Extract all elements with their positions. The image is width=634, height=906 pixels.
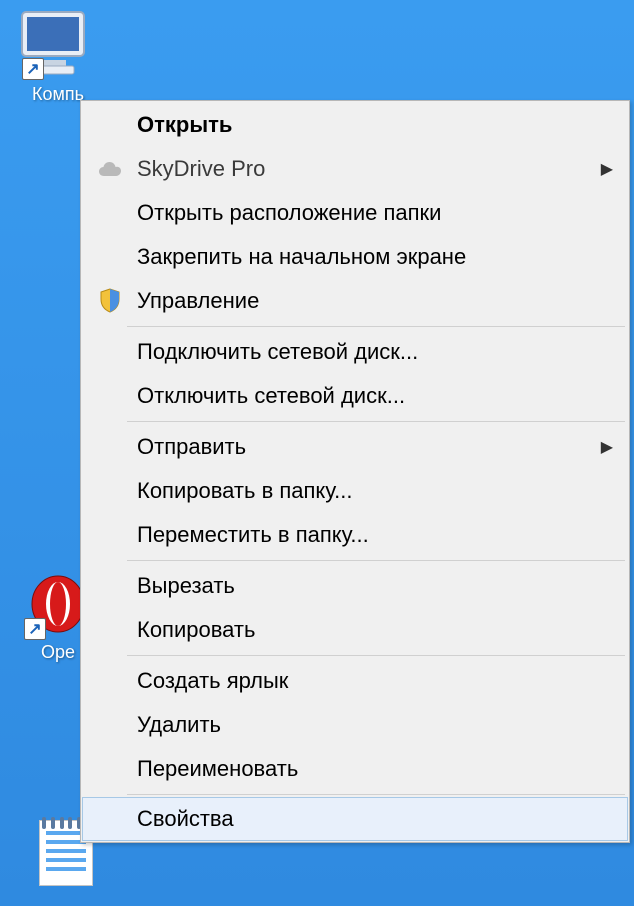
shortcut-overlay-icon: ↗ — [24, 618, 46, 640]
menu-item-copy[interactable]: Копировать — [83, 608, 627, 652]
menu-item-map-drive[interactable]: Подключить сетевой диск... — [83, 330, 627, 374]
menu-item-label: Копировать в папку... — [137, 478, 352, 504]
menu-item-label: Свойства — [137, 806, 234, 832]
menu-item-open-location[interactable]: Открыть расположение папки — [83, 191, 627, 235]
shield-icon — [95, 286, 125, 316]
menu-item-move-to-folder[interactable]: Переместить в папку... — [83, 513, 627, 557]
shortcut-overlay-icon: ↗ — [22, 58, 44, 80]
menu-item-label: Удалить — [137, 712, 221, 738]
menu-item-properties[interactable]: Свойства — [82, 797, 628, 841]
menu-item-rename[interactable]: Переименовать — [83, 747, 627, 791]
menu-item-label: Переименовать — [137, 756, 298, 782]
menu-item-cut[interactable]: Вырезать — [83, 564, 627, 608]
menu-item-label: Закрепить на начальном экране — [137, 244, 466, 270]
menu-item-manage[interactable]: Управление — [83, 279, 627, 323]
menu-item-disconnect-drive[interactable]: Отключить сетевой диск... — [83, 374, 627, 418]
context-menu: Открыть SkyDrive Pro ▶ Открыть расположе… — [80, 100, 630, 843]
menu-item-label: Открыть расположение папки — [137, 200, 441, 226]
menu-separator — [127, 794, 625, 795]
menu-item-label: Подключить сетевой диск... — [137, 339, 418, 365]
menu-item-label: Переместить в папку... — [137, 522, 369, 548]
menu-item-label: Создать ярлык — [137, 668, 288, 694]
menu-separator — [127, 655, 625, 656]
desktop-icon-computer[interactable]: ↗ Компь — [8, 10, 108, 105]
submenu-arrow-icon: ▶ — [601, 437, 613, 457]
menu-item-label: Открыть — [137, 112, 232, 138]
cloud-icon — [95, 154, 125, 184]
computer-icon: ↗ — [16, 10, 100, 80]
menu-item-skydrive-pro[interactable]: SkyDrive Pro ▶ — [83, 147, 627, 191]
menu-separator — [127, 326, 625, 327]
menu-separator — [127, 560, 625, 561]
menu-item-delete[interactable]: Удалить — [83, 703, 627, 747]
menu-item-copy-to-folder[interactable]: Копировать в папку... — [83, 469, 627, 513]
menu-item-label: Вырезать — [137, 573, 235, 599]
menu-item-label: Управление — [137, 288, 259, 314]
menu-item-label: Копировать — [137, 617, 255, 643]
menu-item-create-shortcut[interactable]: Создать ярлык — [83, 659, 627, 703]
menu-item-open[interactable]: Открыть — [83, 103, 627, 147]
menu-item-send-to[interactable]: Отправить ▶ — [83, 425, 627, 469]
menu-item-label: Отключить сетевой диск... — [137, 383, 405, 409]
menu-item-label: SkyDrive Pro — [137, 156, 265, 182]
opera-icon: ↗ — [28, 574, 88, 634]
menu-item-label: Отправить — [137, 434, 246, 460]
menu-item-pin-start[interactable]: Закрепить на начальном экране — [83, 235, 627, 279]
menu-separator — [127, 421, 625, 422]
submenu-arrow-icon: ▶ — [601, 159, 613, 179]
